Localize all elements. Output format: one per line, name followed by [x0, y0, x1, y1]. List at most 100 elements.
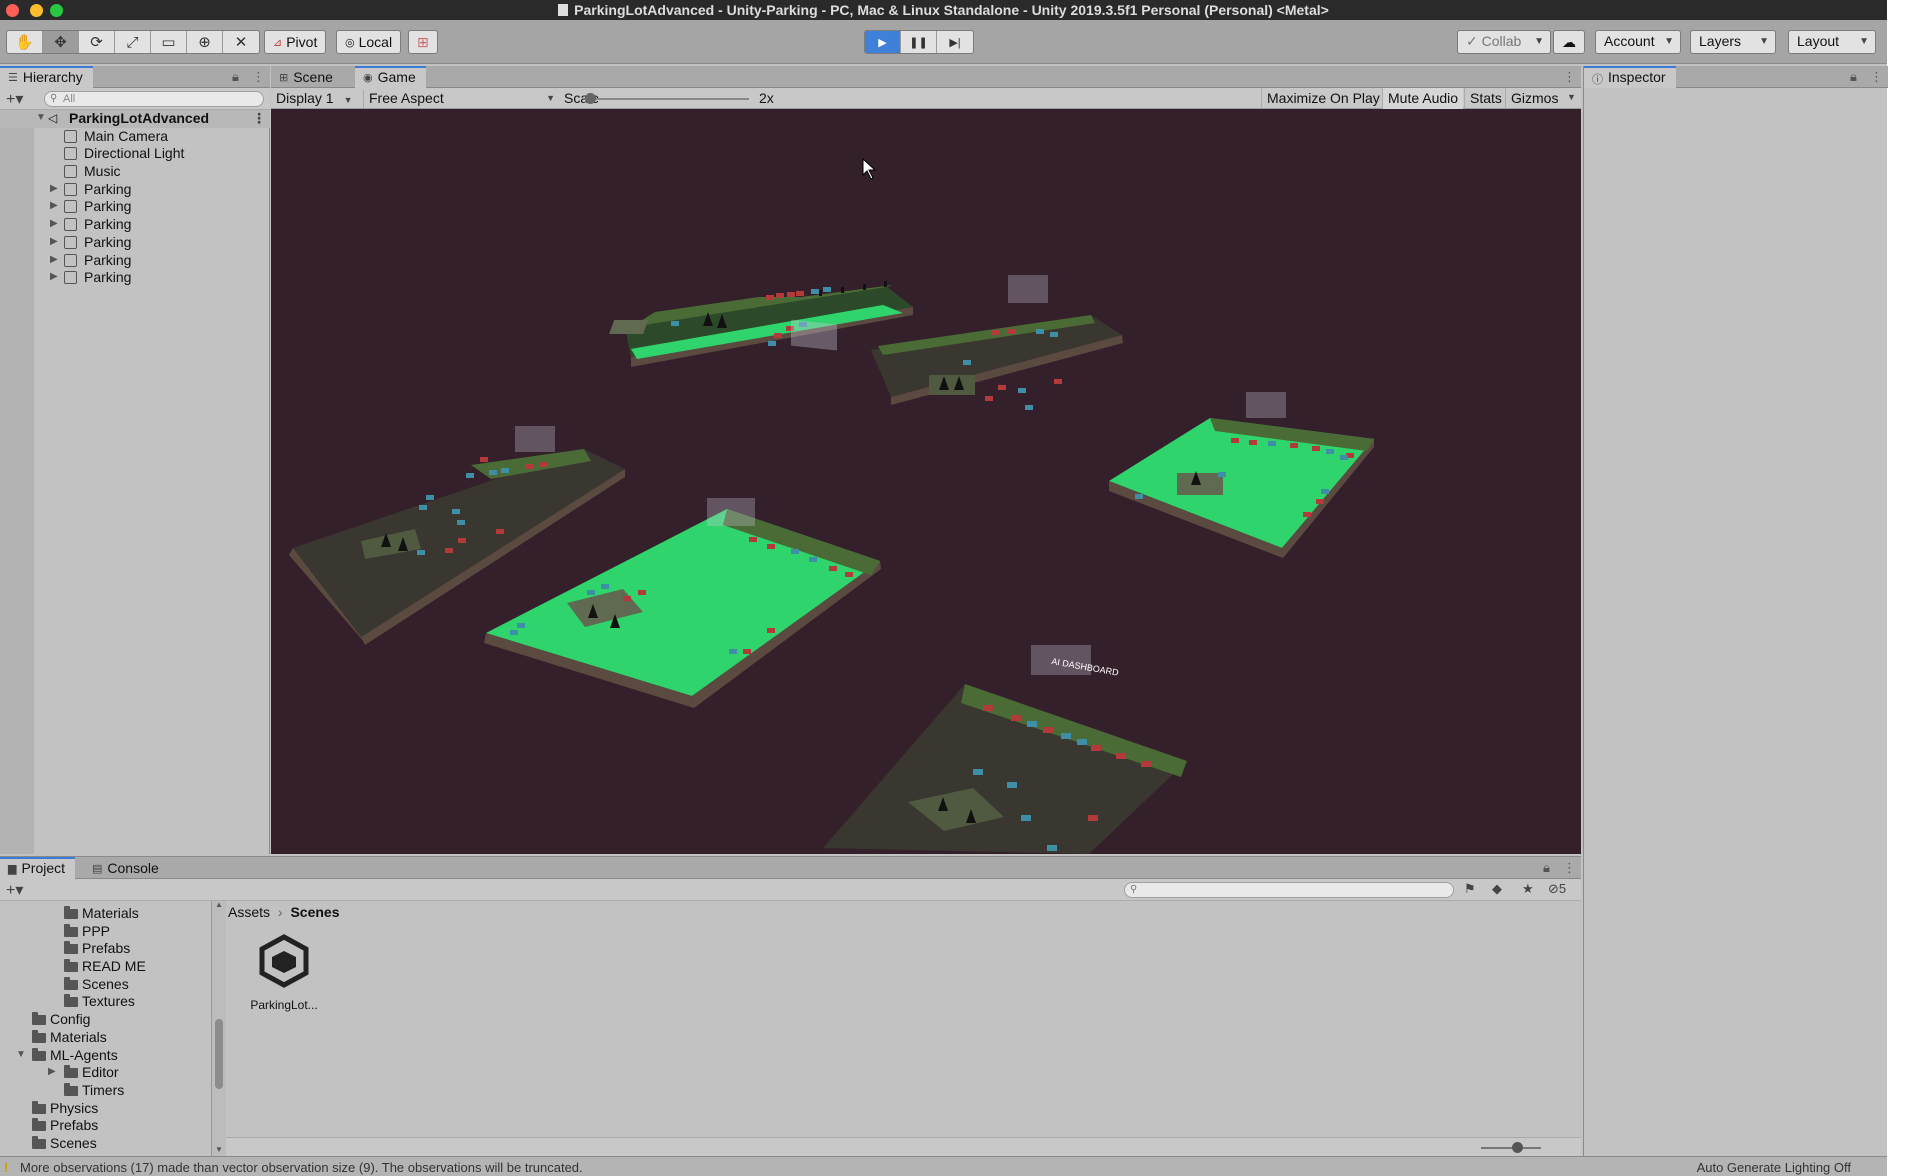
scale-tool-icon[interactable]: ⤢ — [115, 31, 151, 53]
project-tree-scrollbar[interactable]: ▲ ▼ — [212, 900, 226, 1157]
expand-arrow-icon[interactable]: ▶ — [50, 218, 58, 229]
lock-icon[interactable]: 🔒︎ — [1543, 860, 1550, 876]
maximize-on-play-toggle[interactable]: Maximize On Play — [1261, 88, 1385, 109]
expand-arrow-icon[interactable]: ▶ — [50, 200, 58, 211]
hidden-packages-button[interactable]: ⊘5 — [1548, 881, 1566, 897]
lighting-status[interactable]: Auto Generate Lighting Off — [1697, 1160, 1851, 1175]
scale-slider-handle[interactable] — [585, 93, 596, 104]
breadcrumb-assets[interactable]: Assets — [228, 904, 270, 920]
pause-button[interactable]: ❚❚ — [901, 31, 937, 53]
layout-dropdown[interactable]: Layout ▼ — [1788, 30, 1876, 54]
collab-dropdown[interactable]: ✓ Collab ▼ — [1457, 30, 1551, 54]
create-asset-button[interactable]: +▾ — [6, 880, 23, 900]
hierarchy-item[interactable]: ▶ Parking — [0, 269, 270, 287]
tab-game[interactable]: ◉ Game — [355, 66, 426, 88]
account-dropdown[interactable]: Account ▼ — [1595, 30, 1681, 54]
hierarchy-item[interactable]: ▶ Parking — [0, 252, 270, 270]
rect-tool-icon[interactable]: ▭ — [151, 31, 187, 53]
icon-size-slider-track[interactable] — [1481, 1147, 1541, 1149]
scale-slider-track[interactable] — [589, 98, 749, 100]
gamepad-icon: ◉ — [363, 72, 373, 84]
mute-audio-toggle[interactable]: Mute Audio — [1382, 88, 1464, 109]
filter-by-type-icon[interactable]: ⚑ — [1464, 881, 1476, 897]
status-message[interactable]: More observations (17) made than vector … — [20, 1160, 583, 1175]
expand-arrow-icon[interactable]: ▶ — [48, 1066, 56, 1077]
hierarchy-item[interactable]: ▶ Parking — [0, 198, 270, 216]
layers-dropdown[interactable]: Layers ▼ — [1690, 30, 1776, 54]
transform-tool-icon[interactable]: ⊕ — [187, 31, 223, 53]
cloud-button[interactable]: ☁ — [1553, 30, 1585, 54]
tab-hierarchy[interactable]: ☰ Hierarchy — [0, 66, 93, 88]
game-render[interactable]: AI DASHBOARD — [271, 109, 1581, 854]
aspect-dropdown[interactable]: Free Aspect ▼ — [363, 90, 559, 108]
custom-tool-icon[interactable]: ✕ — [223, 31, 259, 53]
breadcrumb-scenes[interactable]: Scenes — [290, 904, 339, 920]
icon-size-slider-handle[interactable] — [1512, 1142, 1523, 1153]
hierarchy-scene-root[interactable]: ▼ ◁ ParkingLotAdvanced ⋮ — [0, 110, 270, 128]
panel-menu-icon[interactable]: ⋮ — [1563, 69, 1576, 85]
tab-scene-label: Scene — [293, 69, 333, 85]
scene-menu-icon[interactable]: ⋮ — [252, 110, 266, 127]
pivot-toggle[interactable]: ⊿ Pivot — [264, 30, 327, 54]
project-folder-item[interactable]: Scenes — [0, 1135, 211, 1153]
project-folder-item[interactable]: Materials — [0, 905, 211, 923]
snap-button[interactable]: ⊞ — [408, 30, 438, 54]
lock-icon[interactable]: 🔒︎ — [232, 69, 239, 85]
step-button[interactable]: ▶| — [937, 31, 973, 53]
move-tool-icon[interactable]: ✥ — [43, 31, 79, 53]
filter-by-label-icon[interactable]: ◆ — [1492, 881, 1502, 897]
chevron-down-icon[interactable]: ▼ — [1567, 92, 1576, 102]
project-folder-item[interactable]: ▼ ML-Agents — [0, 1047, 211, 1065]
project-folder-item[interactable]: READ ME — [0, 958, 211, 976]
scroll-down-icon[interactable]: ▼ — [215, 1145, 223, 1154]
project-folder-item[interactable]: ▶ Editor — [0, 1064, 211, 1082]
tab-scene[interactable]: ⊞ Scene — [271, 66, 343, 88]
asset-item[interactable]: ParkingLot... — [244, 933, 324, 1012]
hierarchy-item[interactable]: ▶ Parking — [0, 234, 270, 252]
project-folder-item[interactable]: Prefabs — [0, 1117, 211, 1135]
project-folder-item[interactable]: Prefabs — [0, 940, 211, 958]
hierarchy-item[interactable]: Main Camera — [0, 128, 270, 146]
panel-menu-icon[interactable]: ⋮ — [1563, 860, 1576, 876]
display-label: Display 1 — [276, 90, 334, 106]
project-folder-item[interactable]: PPP — [0, 923, 211, 941]
project-folder-item[interactable]: Scenes — [0, 976, 211, 994]
hierarchy-search-input[interactable]: ⚲ All — [44, 91, 264, 107]
project-folder-item[interactable]: Physics — [0, 1100, 211, 1118]
project-folder-item[interactable]: Timers — [0, 1082, 211, 1100]
project-folder-item[interactable]: Config — [0, 1011, 211, 1029]
expand-arrow-icon[interactable]: ▶ — [50, 271, 58, 282]
expand-arrow-icon[interactable]: ▼ — [16, 1049, 26, 1060]
panel-menu-icon[interactable]: ⋮ — [252, 69, 265, 85]
project-folder-item[interactable]: Textures — [0, 993, 211, 1011]
hierarchy-item[interactable]: ▶ Parking — [0, 181, 270, 199]
hierarchy-item[interactable]: ▶ Parking — [0, 216, 270, 234]
panel-menu-icon[interactable]: ⋮ — [1870, 69, 1883, 85]
favorite-star-icon[interactable]: ★ — [1522, 881, 1534, 897]
lock-icon[interactable]: 🔒︎ — [1850, 69, 1857, 85]
project-folder-label: Materials — [50, 1028, 107, 1045]
hierarchy-item[interactable]: Music — [0, 163, 270, 181]
display-dropdown[interactable]: Display 1 ▼ — [276, 90, 362, 108]
tab-inspector-label: Inspector — [1608, 69, 1666, 85]
local-toggle[interactable]: ◎ Local — [336, 30, 402, 54]
gameobject-cube-icon — [64, 235, 77, 249]
rotate-tool-icon[interactable]: ⟳ — [79, 31, 115, 53]
expand-arrow-icon[interactable]: ▼ — [36, 112, 46, 123]
expand-arrow-icon[interactable]: ▶ — [50, 183, 58, 194]
scroll-thumb[interactable] — [215, 1019, 223, 1089]
project-search-input[interactable]: ⚲ — [1124, 882, 1454, 898]
expand-arrow-icon[interactable]: ▶ — [50, 254, 58, 265]
gizmos-toggle[interactable]: Gizmos — [1505, 88, 1563, 109]
stats-toggle[interactable]: Stats — [1464, 88, 1507, 109]
expand-arrow-icon[interactable]: ▶ — [50, 236, 58, 247]
tab-console[interactable]: ▤ Console — [84, 857, 169, 879]
play-button[interactable]: ▶ — [865, 31, 901, 53]
hand-tool-icon[interactable]: ✋ — [7, 31, 43, 53]
add-object-button[interactable]: +▾ — [6, 89, 23, 109]
hierarchy-item[interactable]: Directional Light — [0, 145, 270, 163]
tab-project[interactable]: ▆ Project — [0, 857, 76, 879]
project-folder-item[interactable]: Materials — [0, 1029, 211, 1047]
tab-inspector[interactable]: ⓘ Inspector — [1584, 66, 1676, 88]
scroll-up-icon[interactable]: ▲ — [215, 900, 223, 909]
